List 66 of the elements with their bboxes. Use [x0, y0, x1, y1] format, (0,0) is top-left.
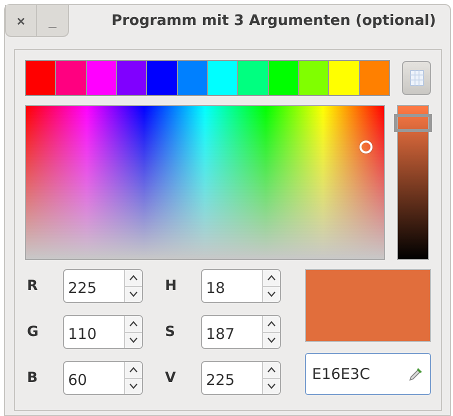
- number-input[interactable]: 60: [64, 362, 124, 394]
- chevron-up-icon: [267, 274, 276, 281]
- number-input[interactable]: 225: [202, 362, 262, 394]
- chevron-down-icon: [267, 383, 276, 390]
- number-input[interactable]: 225: [64, 270, 124, 302]
- hex-input[interactable]: E16E3C: [310, 364, 408, 384]
- number-input[interactable]: 187: [202, 316, 262, 348]
- field-label: S: [164, 324, 176, 340]
- increment-button[interactable]: [263, 362, 280, 378]
- field-label: G: [26, 324, 40, 340]
- spin-field[interactable]: 225: [201, 361, 281, 395]
- number-input[interactable]: 110: [64, 316, 124, 348]
- decrement-button[interactable]: [263, 378, 280, 394]
- color-swatch[interactable]: [86, 61, 117, 95]
- hue-saturation-field[interactable]: [25, 105, 386, 260]
- chevron-up-icon: [267, 366, 276, 373]
- increment-button[interactable]: [125, 316, 142, 332]
- increment-button[interactable]: [263, 270, 280, 286]
- color-swatch[interactable]: [178, 61, 208, 95]
- spin-field[interactable]: 60: [63, 361, 143, 395]
- color-swatch[interactable]: [298, 61, 330, 95]
- increment-button[interactable]: [125, 362, 142, 378]
- chevron-up-icon: [129, 320, 138, 327]
- slider-thumb[interactable]: [394, 114, 432, 132]
- field-label: H: [164, 278, 178, 294]
- minimize-button[interactable]: _: [37, 5, 69, 37]
- increment-button[interactable]: [263, 316, 280, 332]
- grid-icon: [410, 70, 424, 86]
- close-button[interactable]: ×: [5, 5, 37, 37]
- chevron-down-icon: [129, 291, 138, 298]
- color-swatch[interactable]: [268, 61, 299, 95]
- field-label: V: [164, 370, 177, 386]
- chevron-down-icon: [129, 383, 138, 390]
- spin-field[interactable]: 225: [63, 269, 143, 303]
- chevron-up-icon: [129, 366, 138, 373]
- color-swatch[interactable]: [147, 61, 178, 95]
- chevron-up-icon: [129, 274, 138, 281]
- color-swatch[interactable]: [116, 61, 148, 95]
- window-title: Programm mit 3 Argumenten (optional): [110, 12, 437, 29]
- spin-field[interactable]: 18: [201, 269, 281, 303]
- color-swatch[interactable]: [238, 61, 269, 95]
- decrement-button[interactable]: [125, 286, 142, 302]
- decrement-button[interactable]: [125, 378, 142, 394]
- spin-field[interactable]: 187: [201, 315, 281, 349]
- decrement-button[interactable]: [263, 286, 280, 302]
- chevron-up-icon: [267, 320, 276, 327]
- color-swatch[interactable]: [329, 61, 360, 95]
- number-input[interactable]: 18: [202, 270, 262, 302]
- chevron-down-icon: [267, 337, 276, 344]
- color-swatch[interactable]: [56, 61, 87, 95]
- value-slider[interactable]: [397, 105, 429, 260]
- decrement-button[interactable]: [263, 332, 280, 348]
- color-swatch[interactable]: [208, 61, 238, 95]
- field-label: B: [26, 370, 39, 386]
- hex-field[interactable]: E16E3C: [305, 353, 431, 395]
- decrement-button[interactable]: [125, 332, 142, 348]
- color-swatch[interactable]: [360, 61, 389, 95]
- eyedropper-icon[interactable]: [408, 366, 424, 382]
- field-label: R: [26, 278, 39, 294]
- palette-button[interactable]: [402, 61, 431, 95]
- chevron-down-icon: [267, 291, 276, 298]
- chevron-down-icon: [129, 337, 138, 344]
- spin-field[interactable]: 110: [63, 315, 143, 349]
- increment-button[interactable]: [125, 270, 142, 286]
- picker-marker[interactable]: [360, 140, 373, 154]
- color-swatch[interactable]: [26, 61, 56, 95]
